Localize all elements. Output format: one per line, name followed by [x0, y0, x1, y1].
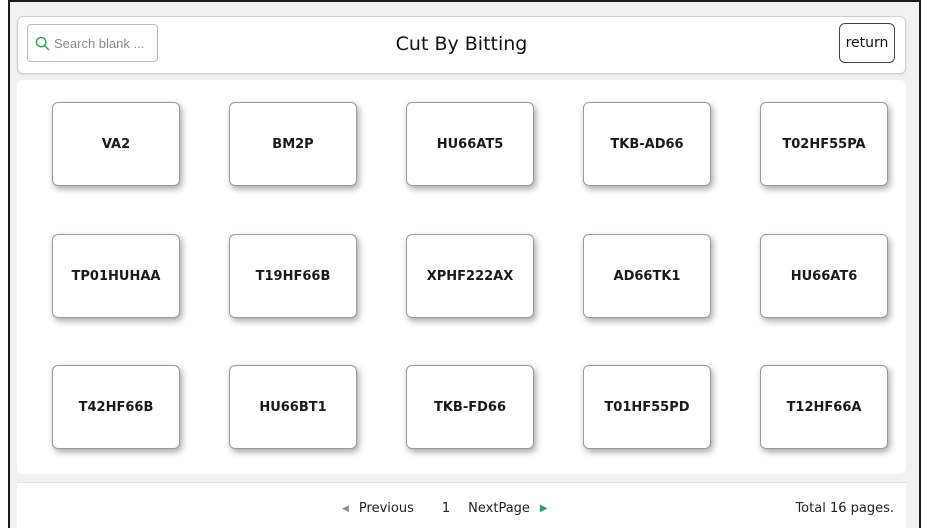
next-page-button[interactable]: NextPage: [468, 501, 530, 516]
key-grid: VA2 BM2P HU66AT5 TKB-AD66 T02HF55PA TP01…: [17, 80, 906, 474]
key-button[interactable]: T19HF66B: [229, 234, 357, 318]
key-button[interactable]: TP01HUHAA: [52, 234, 180, 318]
key-button[interactable]: XPHF222AX: [406, 234, 534, 318]
key-button[interactable]: T02HF55PA: [760, 102, 888, 186]
key-button[interactable]: HU66AT5: [406, 102, 534, 186]
key-button[interactable]: TKB-FD66: [406, 365, 534, 449]
key-button[interactable]: T01HF55PD: [583, 365, 711, 449]
key-button[interactable]: TKB-AD66: [583, 102, 711, 186]
key-button[interactable]: BM2P: [229, 102, 357, 186]
key-button[interactable]: T42HF66B: [52, 365, 180, 449]
total-pages-label: Total 16 pages.: [795, 501, 894, 516]
key-button[interactable]: HU66AT6: [760, 234, 888, 318]
page-title: Cut By Bitting: [395, 33, 528, 55]
current-page-number: 1: [441, 501, 451, 516]
header-bar: Cut By Bitting return: [17, 16, 906, 74]
key-button[interactable]: VA2: [52, 102, 180, 186]
key-button[interactable]: HU66BT1: [229, 365, 357, 449]
pager: ◀ Previous 1 NextPage ▶: [342, 501, 548, 516]
pagination-bar: ◀ Previous 1 NextPage ▶ Total 16 pages.: [17, 482, 906, 528]
key-button[interactable]: AD66TK1: [583, 234, 711, 318]
next-arrow-icon[interactable]: ▶: [540, 503, 548, 514]
key-button[interactable]: T12HF66A: [760, 365, 888, 449]
previous-arrow-icon[interactable]: ◀: [342, 504, 349, 514]
previous-button[interactable]: Previous: [359, 501, 414, 516]
return-button[interactable]: return: [839, 23, 895, 63]
